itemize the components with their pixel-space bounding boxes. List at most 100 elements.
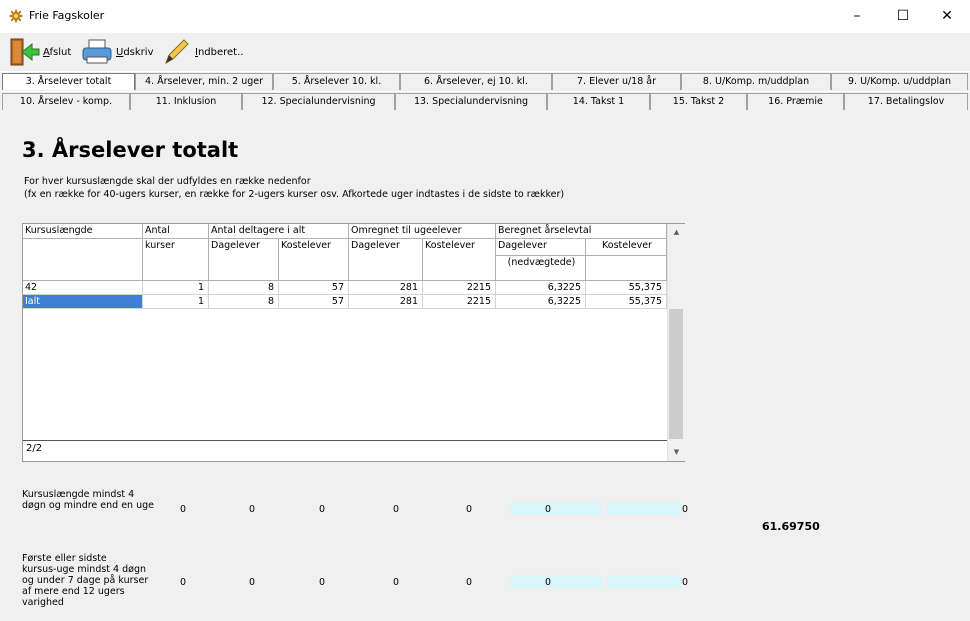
tab-specialundervisning-2[interactable]: 13. Specialundervisning [395, 93, 547, 110]
tab-elever-u18[interactable]: 7. Elever u/18 år [552, 73, 681, 90]
close-button[interactable]: ✕ [924, 0, 970, 33]
first-last-aars-kostelever: 0 [682, 577, 689, 588]
header-dagelever-2: Dagelever [349, 239, 423, 281]
page-title: 3. Årselever totalt [22, 138, 239, 162]
cell-uge-kostelever[interactable]: 2215 [423, 295, 496, 309]
header-antal: Antal [143, 224, 209, 239]
cell-aars-kostelever[interactable]: 55,375 [586, 281, 667, 295]
tab-aarselever-totalt[interactable]: 3. Årselever totalt [2, 73, 135, 90]
printer-icon [82, 39, 112, 64]
description-line-1: For hver kursuslængde skal der udfyldes … [24, 176, 311, 187]
tab-aarselever-ej-10-kl[interactable]: 6. Årselever, ej 10. kl. [400, 73, 552, 90]
cell-uge-dagelever[interactable]: 281 [349, 295, 423, 309]
header-kostelever-3-sub [586, 256, 667, 281]
first-last-week-label-line: og under 7 dage på kurser [22, 575, 149, 586]
cell-uge-kostelever[interactable]: 2215 [423, 281, 496, 295]
first-last-uge-dagelever: 0 [393, 577, 400, 588]
print-button[interactable]: Udskriv [81, 35, 153, 69]
maximize-button[interactable]: ☐ [880, 0, 926, 33]
header-antal-deltagere: Antal deltagere i alt [209, 224, 349, 239]
tab-aarselever-10-kl[interactable]: 5. Årselever 10. kl. [273, 73, 400, 90]
total-aarselever: 61.69750 [762, 520, 820, 533]
tab-aarselev-komp[interactable]: 10. Årselev - komp. [2, 93, 130, 110]
tab-inklusion[interactable]: 11. Inklusion [130, 93, 242, 110]
header-kursus-blank [23, 239, 143, 281]
header-kostelever-1: Kostelever [279, 239, 349, 281]
tab-betalingslov[interactable]: 17. Betalingslov [844, 93, 968, 110]
header-dagelever-3: Dagelever [496, 239, 586, 256]
short-course-dagelever-field[interactable] [510, 502, 602, 515]
vertical-scrollbar[interactable]: ▲ ▼ [667, 224, 685, 461]
tab-aarselever-min-2-uger[interactable]: 4. Årselever, min. 2 uger [135, 73, 273, 90]
cell-antal-kurser[interactable]: 1 [143, 295, 209, 309]
first-last-week-label-line: Første eller sidste [22, 553, 107, 564]
short-course-kostelever: 0 [319, 504, 326, 515]
minimize-button[interactable]: – [834, 0, 880, 33]
cell-uge-dagelever[interactable]: 281 [349, 281, 423, 295]
short-course-label-line: døgn og mindre end en uge [22, 500, 154, 511]
first-last-week-label-line: af mere end 12 ugers [22, 586, 125, 597]
app-gear-icon [9, 9, 23, 23]
exit-label: fslut [49, 46, 72, 58]
scroll-down-icon[interactable]: ▼ [668, 444, 685, 461]
tab-specialundervisning-1[interactable]: 12. Specialundervisning [242, 93, 395, 110]
exit-button[interactable]: Afslut [8, 35, 71, 69]
title-bar: Frie Fagskoler – ☐ ✕ [0, 0, 970, 33]
first-last-antal: 0 [180, 577, 187, 588]
short-course-aars-kostelever: 0 [682, 504, 689, 515]
cell-antal-kurser[interactable]: 1 [143, 281, 209, 295]
short-course-aars-dagelever: 0 [545, 504, 552, 515]
report-button[interactable]: Indberet.. [160, 35, 243, 69]
short-course-uge-kostelever: 0 [466, 504, 473, 515]
scroll-up-icon[interactable]: ▲ [668, 224, 685, 241]
first-last-dagelever-field[interactable] [510, 575, 602, 588]
cell-aars-dagelever[interactable]: 6,3225 [496, 281, 586, 295]
short-course-antal: 0 [180, 504, 187, 515]
first-last-dagelever: 0 [249, 577, 256, 588]
first-last-aars-dagelever: 0 [545, 577, 552, 588]
description-line-2: (fx en række for 40-ugers kurser, en ræk… [24, 189, 565, 200]
cell-kursuslaengde[interactable]: 42 [23, 281, 143, 295]
window-title: Frie Fagskoler [29, 9, 105, 22]
course-length-grid[interactable]: Kursuslængde Antal Antal deltagere i alt… [22, 223, 685, 462]
cell-kostelever[interactable]: 57 [279, 295, 349, 309]
tab-strip-bottom: 10. Årselev - komp. 11. Inklusion 12. Sp… [0, 92, 970, 111]
record-navigator: 2/2 [23, 440, 667, 459]
first-last-week-label-line: kursus-uge mindst 4 døgn [22, 564, 146, 575]
tab-ukomp-m-uddplan[interactable]: 8. U/Komp. m/uddplan [681, 73, 831, 90]
record-counter: 2/2 [26, 443, 43, 454]
header-kurser: kurser [143, 239, 209, 281]
header-kursuslaengde: Kursuslængde [23, 224, 143, 239]
short-course-kostelever-field[interactable] [607, 502, 682, 515]
scrollbar-thumb[interactable] [669, 309, 683, 439]
first-last-kostelever: 0 [319, 577, 326, 588]
tab-takst-2[interactable]: 15. Takst 2 [650, 93, 747, 110]
tab-takst-1[interactable]: 14. Takst 1 [547, 93, 650, 110]
cell-kursuslaengde[interactable]: Ialt [23, 295, 143, 309]
tab-strip-top: 3. Årselever totalt 4. Årselever, min. 2… [0, 72, 970, 91]
first-last-kostelever-field[interactable] [607, 575, 682, 588]
cell-aars-kostelever[interactable]: 55,375 [586, 295, 667, 309]
header-kostelever-3: Kostelever [586, 239, 667, 256]
header-dagelever-1: Dagelever [209, 239, 279, 281]
cell-dagelever[interactable]: 8 [209, 281, 279, 295]
header-nedvaegtede: (nedvægtede) [496, 256, 586, 281]
tab-ukomp-u-uddplan[interactable]: 9. U/Komp. u/uddplan [831, 73, 968, 90]
door-exit-icon [10, 38, 40, 66]
first-last-uge-kostelever: 0 [466, 577, 473, 588]
header-omregnet: Omregnet til ugeelever [349, 224, 496, 239]
pencil-icon [165, 39, 189, 65]
toolbar: Afslut Udskriv Indberet.. [0, 33, 970, 71]
short-course-uge-dagelever: 0 [393, 504, 400, 515]
tab-praemie[interactable]: 16. Præmie [747, 93, 844, 110]
cell-kostelever[interactable]: 57 [279, 281, 349, 295]
print-label: dskriv [123, 46, 154, 58]
first-last-week-label: Første eller sidste kursus-uge mindst 4 … [22, 553, 148, 608]
report-label: ndberet.. [197, 46, 244, 58]
cell-aars-dagelever[interactable]: 6,3225 [496, 295, 586, 309]
header-beregnet: Beregnet årselevtal [496, 224, 667, 239]
short-course-label-line: Kursuslængde mindst 4 [22, 489, 135, 500]
cell-dagelever[interactable]: 8 [209, 295, 279, 309]
short-course-label: Kursuslængde mindst 4 døgn og mindre end… [22, 489, 154, 511]
first-last-week-label-line: varighed [22, 597, 64, 608]
